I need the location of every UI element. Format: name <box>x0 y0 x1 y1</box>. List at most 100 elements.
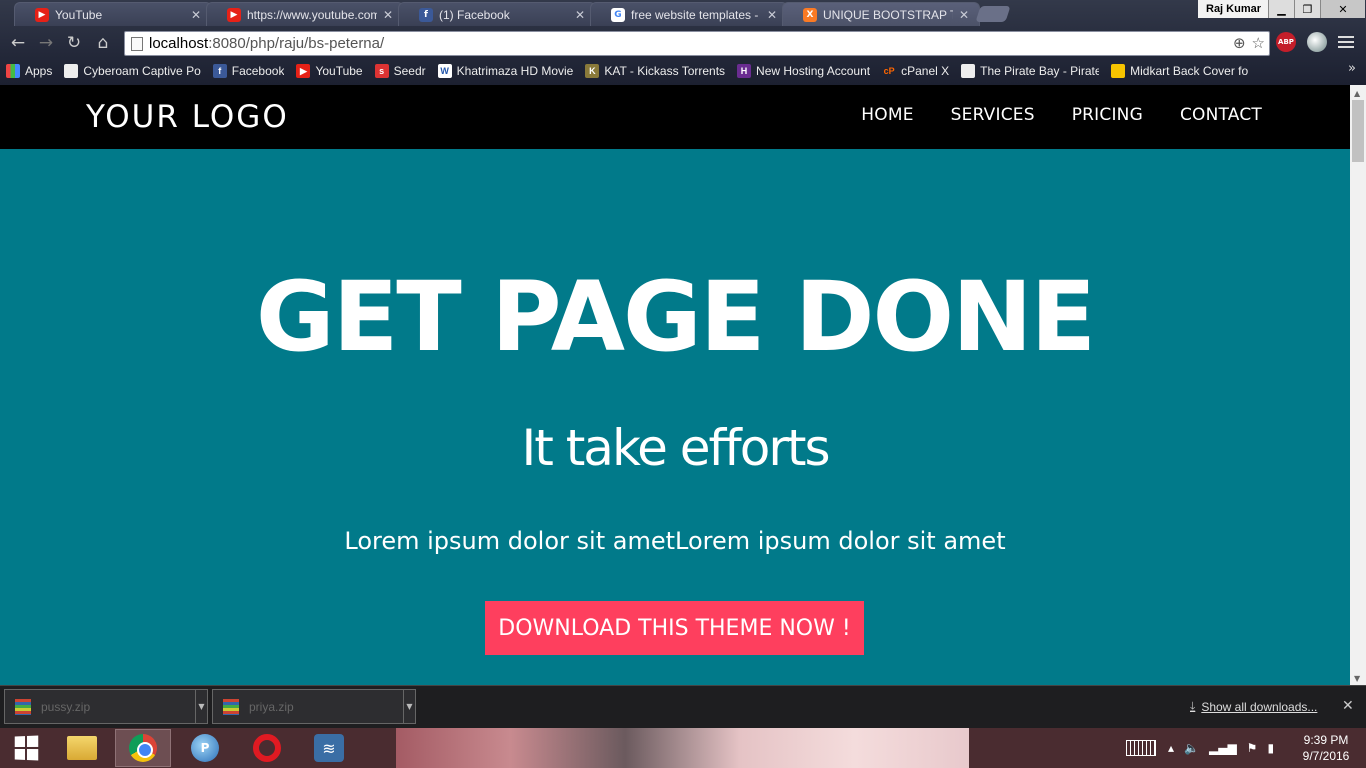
download-theme-button[interactable]: DOWNLOAD THIS THEME NOW ! <box>485 601 864 655</box>
close-icon[interactable]: ✕ <box>767 8 779 22</box>
vertical-scrollbar[interactable]: ▲ ▼ <box>1350 85 1366 685</box>
signal-icon[interactable]: ▂▄▆ <box>1209 741 1237 755</box>
taskbar-chrome[interactable] <box>115 729 171 767</box>
address-bar[interactable]: localhost :8080/php/raju/bs-peterna/ ⊕ ☆ <box>124 31 1270 56</box>
close-icon[interactable]: ✕ <box>575 8 587 22</box>
bookmark-cpanel[interactable]: cP cPanel X <box>882 64 950 78</box>
back-arrow-icon[interactable]: ← <box>8 33 28 53</box>
profile-name[interactable]: Raj Kumar <box>1198 0 1270 18</box>
restore-button[interactable]: ❐ <box>1294 0 1320 18</box>
close-icon[interactable]: ✕ <box>1342 698 1354 714</box>
close-icon[interactable]: ✕ <box>383 8 395 22</box>
close-icon[interactable]: ✕ <box>959 8 971 22</box>
keyboard-icon[interactable] <box>1126 740 1156 756</box>
download-item[interactable]: priya.zip ▼ <box>212 689 416 724</box>
chevron-down-icon[interactable]: ▼ <box>403 689 415 724</box>
clock-time: 9:39 PM <box>1303 733 1349 747</box>
download-filename: pussy.zip <box>41 699 91 714</box>
browser-toolbar: ← → ↻ ⌂ localhost :8080/php/raju/bs-pete… <box>0 28 1366 58</box>
window-close-button[interactable]: ✕ <box>1320 0 1365 18</box>
bookmark-youtube[interactable]: ▶ YouTube <box>296 64 363 78</box>
download-shelf: pussy.zip ▼ priya.zip ▼ ⤓ Show all downl… <box>0 685 1366 728</box>
scrollbar-thumb[interactable] <box>1352 100 1364 162</box>
flag-icon[interactable]: ⚑ <box>1247 741 1258 755</box>
tab-bootstrap-template[interactable]: X UNIQUE BOOTSTRAP TEM ✕ <box>782 2 980 26</box>
scroll-down-icon[interactable]: ▼ <box>1354 674 1360 683</box>
forward-arrow-icon[interactable]: → <box>36 33 56 53</box>
bookmark-seedr[interactable]: s Seedr <box>374 64 426 78</box>
facebook-icon: f <box>212 64 227 78</box>
site-navbar: YOUR LOGO HOME SERVICES PRICING CONTACT <box>0 85 1350 149</box>
scroll-up-icon[interactable]: ▲ <box>1354 89 1360 98</box>
chrome-icon <box>129 734 157 762</box>
adblock-plus-icon[interactable]: ABP <box>1276 32 1296 52</box>
apps-grid-icon <box>6 64 20 78</box>
bookmark-label: KAT - Kickass Torrents <box>604 64 726 78</box>
tab-title: https://www.youtube.com <box>247 7 377 22</box>
download-item[interactable]: pussy.zip ▼ <box>4 689 208 724</box>
bookmark-piratebay[interactable]: The Pirate Bay - Pirate <box>961 64 1099 78</box>
nav-pricing[interactable]: PRICING <box>1072 105 1143 125</box>
tab-strip: ▶ YouTube ✕ ▶ https://www.youtube.com ✕ … <box>0 0 1366 27</box>
url-host: localhost <box>149 35 209 52</box>
folder-icon <box>67 736 97 760</box>
taskbar-explorer[interactable] <box>54 729 110 767</box>
zoom-icon[interactable]: ⊕ <box>1233 34 1246 52</box>
nav-home[interactable]: HOME <box>861 105 913 125</box>
facebook-icon: f <box>419 7 433 22</box>
new-tab-button[interactable] <box>975 6 1011 22</box>
hero-text: Lorem ipsum dolor sit ametLorem ipsum do… <box>344 527 1006 555</box>
extension-icon[interactable] <box>1307 32 1327 52</box>
tab-youtube-url[interactable]: ▶ https://www.youtube.com ✕ <box>206 2 404 26</box>
close-icon[interactable]: ✕ <box>191 8 203 22</box>
piratebay-icon <box>961 64 976 78</box>
taskbar-wifi-app[interactable]: ≋ <box>301 729 357 767</box>
bookmark-label: YouTube <box>315 64 363 78</box>
page-viewport: YOUR LOGO HOME SERVICES PRICING CONTACT … <box>0 85 1350 685</box>
bookmark-facebook[interactable]: f Facebook <box>212 64 284 78</box>
bookmark-khatrimaza[interactable]: W Khatrimaza HD Movie <box>437 64 573 78</box>
bookmark-star-icon[interactable]: ☆ <box>1252 34 1265 52</box>
bookmark-label: Cyberoam Captive Po <box>83 64 201 78</box>
tab-facebook[interactable]: f (1) Facebook ✕ <box>398 2 596 26</box>
bookmark-midkart[interactable]: Midkart Back Cover fo <box>1111 64 1248 78</box>
opera-icon <box>253 734 281 762</box>
bookmark-label: cPanel X <box>901 64 950 78</box>
menu-icon[interactable] <box>1338 34 1354 50</box>
taskbar-opera[interactable] <box>239 729 295 767</box>
battery-icon[interactable]: ▮ <box>1267 741 1274 755</box>
reload-icon[interactable]: ↻ <box>64 33 84 53</box>
tab-google-search[interactable]: G free website templates - G ✕ <box>590 2 788 26</box>
chevron-up-icon[interactable]: ▴ <box>1168 741 1174 755</box>
tab-youtube[interactable]: ▶ YouTube ✕ <box>14 2 212 26</box>
tab-title: free website templates - G <box>631 7 761 22</box>
tab-title: (1) Facebook <box>439 7 510 22</box>
nav-contact[interactable]: CONTACT <box>1180 105 1262 125</box>
site-logo[interactable]: YOUR LOGO <box>86 99 289 135</box>
download-filename: priya.zip <box>249 699 294 714</box>
youtube-icon: ▶ <box>35 7 49 22</box>
xampp-icon: X <box>803 7 817 22</box>
bookmark-apps[interactable]: Apps <box>6 64 52 78</box>
show-all-label: Show all downloads... <box>1201 699 1318 714</box>
bookmark-hosting[interactable]: H New Hosting Account <box>737 64 870 78</box>
start-button[interactable] <box>0 728 52 768</box>
minimize-button[interactable]: ▁ <box>1268 0 1294 18</box>
bookmark-label: Midkart Back Cover fo <box>1130 64 1249 78</box>
tab-title: YouTube <box>55 7 103 22</box>
bookmark-kat[interactable]: K KAT - Kickass Torrents <box>585 64 725 78</box>
hosting-icon: H <box>737 64 752 78</box>
taskbar-photoshop[interactable]: P <box>177 729 233 767</box>
chevron-right-icon[interactable]: » <box>1348 61 1356 76</box>
clock[interactable]: 9:39 PM 9/7/2016 <box>1296 732 1356 764</box>
show-all-downloads-link[interactable]: ⤓ Show all downloads... <box>1190 699 1317 714</box>
wifi-app-icon: ≋ <box>314 734 344 762</box>
volume-icon[interactable]: 🔈 <box>1184 741 1199 755</box>
bookmark-cyberoam[interactable]: Cyberoam Captive Po <box>64 64 201 78</box>
tab-title: UNIQUE BOOTSTRAP TEM <box>823 7 953 22</box>
hero-section: GET PAGE DONE It take efforts Lorem ipsu… <box>0 149 1350 685</box>
taskbar-wallpaper <box>396 728 969 768</box>
home-icon[interactable]: ⌂ <box>93 33 113 53</box>
nav-services[interactable]: SERVICES <box>951 105 1035 125</box>
chevron-down-icon[interactable]: ▼ <box>195 689 207 724</box>
